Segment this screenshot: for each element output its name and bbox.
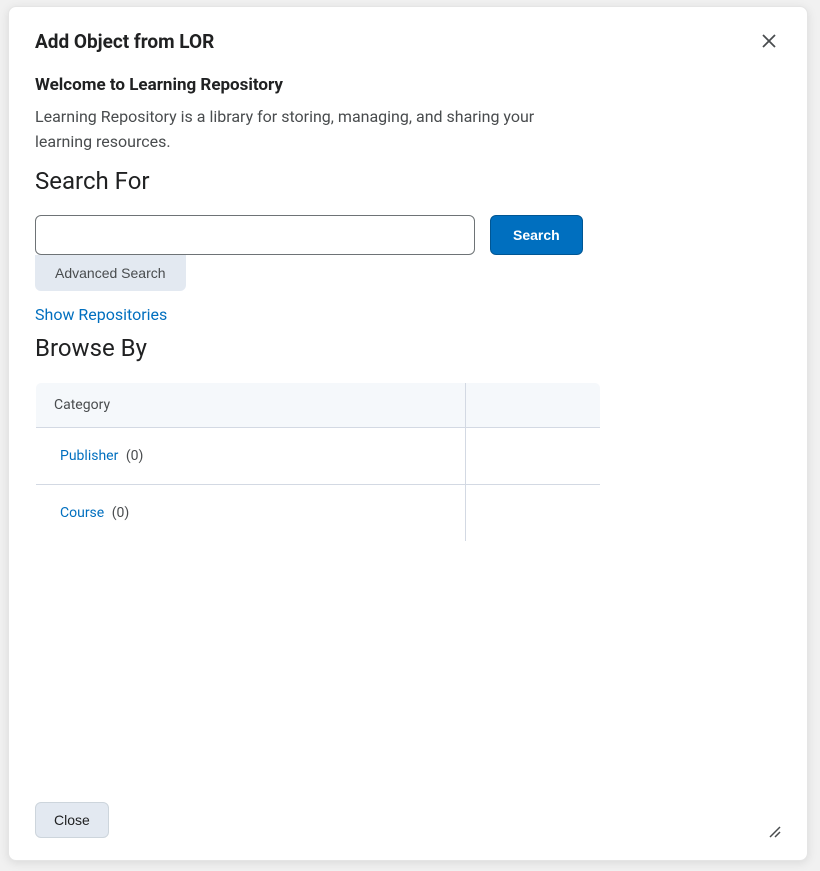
modal-body: Welcome to Learning Repository Learning …	[9, 63, 807, 784]
close-button[interactable]: Close	[35, 802, 109, 838]
close-icon	[762, 34, 776, 48]
welcome-title: Welcome to Learning Repository	[35, 75, 781, 95]
modal-dialog: Add Object from LOR Welcome to Learning …	[8, 6, 808, 861]
advanced-search-button[interactable]: Advanced Search	[35, 255, 186, 291]
resize-handle-icon[interactable]	[767, 824, 781, 838]
table-header-category: Category	[36, 382, 466, 427]
browse-table: Category Publisher (0) Course (0)	[35, 382, 601, 542]
table-cell-empty	[466, 427, 601, 484]
search-heading: Search For	[35, 167, 781, 195]
table-header-empty	[466, 382, 601, 427]
category-count: (0)	[112, 505, 130, 521]
modal-footer: Close	[9, 784, 807, 860]
search-input[interactable]	[35, 215, 475, 255]
search-row: Search	[35, 215, 781, 255]
table-row: Course (0)	[36, 484, 601, 541]
show-repositories-link[interactable]: Show Repositories	[35, 305, 167, 324]
category-link-course[interactable]: Course	[60, 505, 104, 521]
welcome-description: Learning Repository is a library for sto…	[35, 105, 575, 155]
table-cell-empty	[466, 484, 601, 541]
category-count: (0)	[126, 448, 144, 464]
browse-heading: Browse By	[35, 334, 781, 362]
category-link-publisher[interactable]: Publisher	[60, 448, 118, 464]
modal-header: Add Object from LOR	[9, 7, 807, 63]
search-button[interactable]: Search	[490, 215, 583, 255]
modal-title: Add Object from LOR	[35, 30, 214, 53]
table-row: Publisher (0)	[36, 427, 601, 484]
close-icon-button[interactable]	[757, 29, 781, 53]
